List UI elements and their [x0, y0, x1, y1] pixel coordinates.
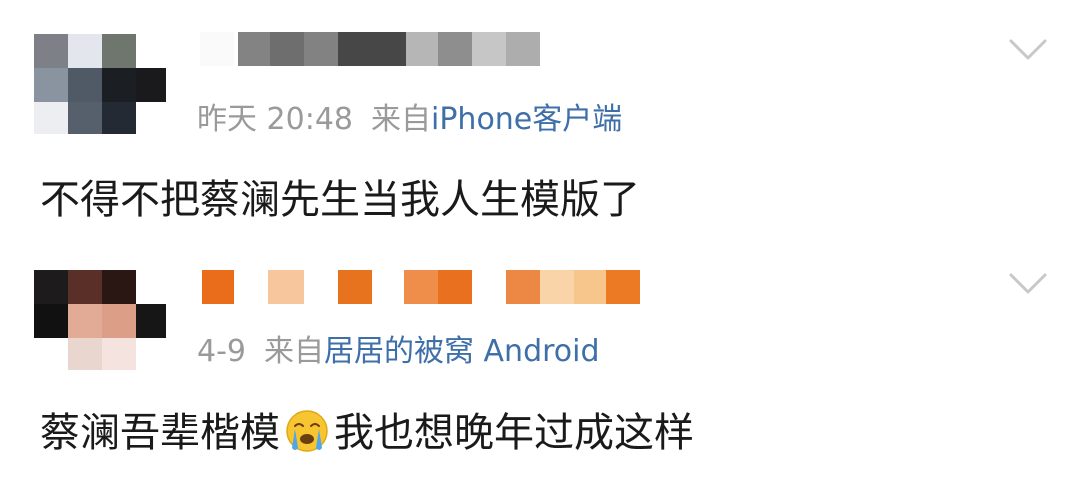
avatar-mosaic-cell [136, 304, 166, 338]
comment-text-part: 我也想晚年过成这样 [334, 410, 694, 456]
comment-text: 不得不把蔡澜先生当我人生模版了 [40, 177, 640, 223]
redacted-name-block [438, 270, 472, 304]
comment-text: 蔡澜吾辈楷模 我也想晚年过成这样 [40, 408, 694, 457]
comment-meta: 4-9 来自居居的被窝 Android [197, 334, 600, 370]
avatar-mosaic-cell [34, 68, 68, 102]
comment-item: 4-9 来自居居的被窝 Android 蔡澜吾辈楷模 我也想晚年过成这样 [0, 240, 1080, 480]
redacted-name-block [438, 32, 472, 66]
avatar-mosaic-cell [68, 338, 102, 370]
chevron-down-icon[interactable] [1008, 272, 1048, 296]
source-link[interactable]: 居居的被窝 Android [324, 334, 600, 369]
avatar-mosaic-cell [102, 338, 136, 370]
source-label: 来自 [264, 334, 324, 369]
comment-time: 4-9 [197, 334, 246, 369]
redacted-name-block [606, 270, 640, 304]
avatar-mosaic-cell [102, 102, 136, 134]
avatar-mosaic-cell [34, 304, 68, 338]
redacted-name-block [238, 32, 270, 66]
avatar-mosaic-cell [34, 102, 68, 134]
redacted-name-block [200, 32, 234, 66]
comment-text-part: 蔡澜吾辈楷模 [40, 410, 280, 456]
chevron-down-icon[interactable] [1008, 38, 1048, 62]
avatar-mosaic-cell [34, 34, 68, 68]
redacted-name-block [202, 270, 234, 304]
avatar-mosaic-cell [68, 34, 102, 68]
redacted-name-block [268, 270, 304, 304]
avatar-mosaic-cell [68, 68, 102, 102]
redacted-name-block [270, 32, 304, 66]
avatar-mosaic-cell [68, 270, 102, 304]
avatar-mosaic-cell [102, 68, 136, 102]
redacted-name-block [304, 32, 338, 66]
redacted-name-block [574, 270, 606, 304]
redacted-name-block [472, 32, 506, 66]
avatar[interactable] [34, 34, 166, 134]
avatar-mosaic-cell [68, 304, 102, 338]
comment-time: 昨天 20:48 [197, 102, 353, 137]
source-label: 来自 [371, 102, 431, 137]
source-link[interactable]: iPhone客户端 [431, 102, 622, 137]
avatar-mosaic-cell [136, 68, 166, 102]
redacted-name-block [506, 32, 540, 66]
avatar-mosaic-cell [34, 270, 68, 304]
crying-face-emoji-icon [286, 410, 328, 452]
comment-meta: 昨天 20:48 来自iPhone客户端 [197, 102, 622, 138]
avatar[interactable] [34, 270, 166, 370]
redacted-name-block [338, 32, 406, 66]
avatar-mosaic-cell [102, 34, 136, 68]
comment-item: 昨天 20:48 来自iPhone客户端 不得不把蔡澜先生当我人生模版了 [0, 0, 1080, 240]
redacted-name-block [338, 270, 372, 304]
avatar-mosaic-cell [102, 270, 136, 304]
avatar-mosaic-cell [68, 102, 102, 134]
redacted-name-block [404, 270, 438, 304]
redacted-name-block [506, 270, 540, 304]
redacted-name-block [540, 270, 574, 304]
avatar-mosaic-cell [102, 304, 136, 338]
redacted-name-block [406, 32, 438, 66]
